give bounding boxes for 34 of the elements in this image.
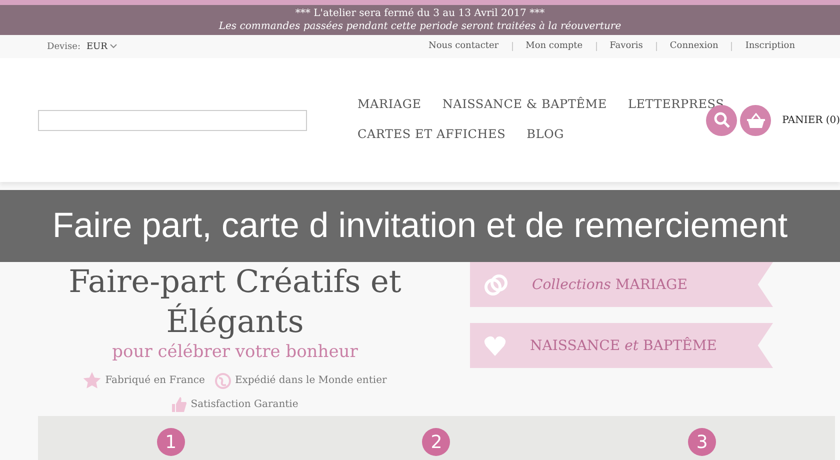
step-number: 1 (156, 428, 185, 456)
caption-overlay: Faire part, carte d invitation et de remerciement (0, 190, 840, 262)
search-field[interactable] (38, 110, 308, 130)
basket-icon (746, 112, 765, 128)
step-number: 3 (688, 428, 716, 456)
chevron-down-icon (110, 44, 118, 49)
top-link[interactable]: Connexion (656, 42, 732, 51)
feature-text: Fabriqué en France (105, 375, 205, 386)
nav-link[interactable]: MARIAGE (357, 97, 422, 111)
top-link[interactable]: Nous contacter (416, 42, 512, 51)
hero-subtitle: pour célébrer votre bonheur (112, 342, 358, 362)
top-link[interactable]: Mon compte (512, 42, 596, 51)
thumbs-up-icon (172, 397, 187, 412)
star-icon (83, 372, 102, 389)
currency-label: Devise: (47, 42, 80, 52)
currency-select[interactable]: EUR (86, 42, 118, 52)
nav-link[interactable]: CARTES ET AFFICHES (357, 127, 506, 141)
announcement-subtitle: Les commandes passées pendant cette periode seront traitées à la réouverture (218, 20, 622, 33)
basket-button[interactable] (740, 104, 772, 136)
nav-link[interactable]: NAISSANCE & BAPTÊME (442, 97, 607, 111)
feature-text: Satisfaction Garantie (190, 399, 298, 410)
feature-text: Expédié dans le Monde entier (234, 375, 387, 386)
search-icon (714, 112, 730, 128)
announcement-title: *** L'atelier sera fermé du 3 au 13 Avril 2017 *** (295, 7, 545, 20)
nav-link[interactable]: LETTERPRESS (628, 97, 724, 111)
step-number: 2 (422, 428, 450, 456)
top-link[interactable]: Inscription (731, 42, 808, 51)
nav-link[interactable]: BLOG (526, 127, 564, 141)
top-link[interactable]: Favoris (596, 42, 656, 51)
heart-icon (484, 336, 506, 356)
cart-link[interactable]: PANIER (0) (782, 114, 840, 126)
globe-icon (214, 372, 231, 388)
hero-title: Faire-part Créatifs et Élégants (68, 263, 402, 342)
rings-icon (484, 274, 508, 296)
